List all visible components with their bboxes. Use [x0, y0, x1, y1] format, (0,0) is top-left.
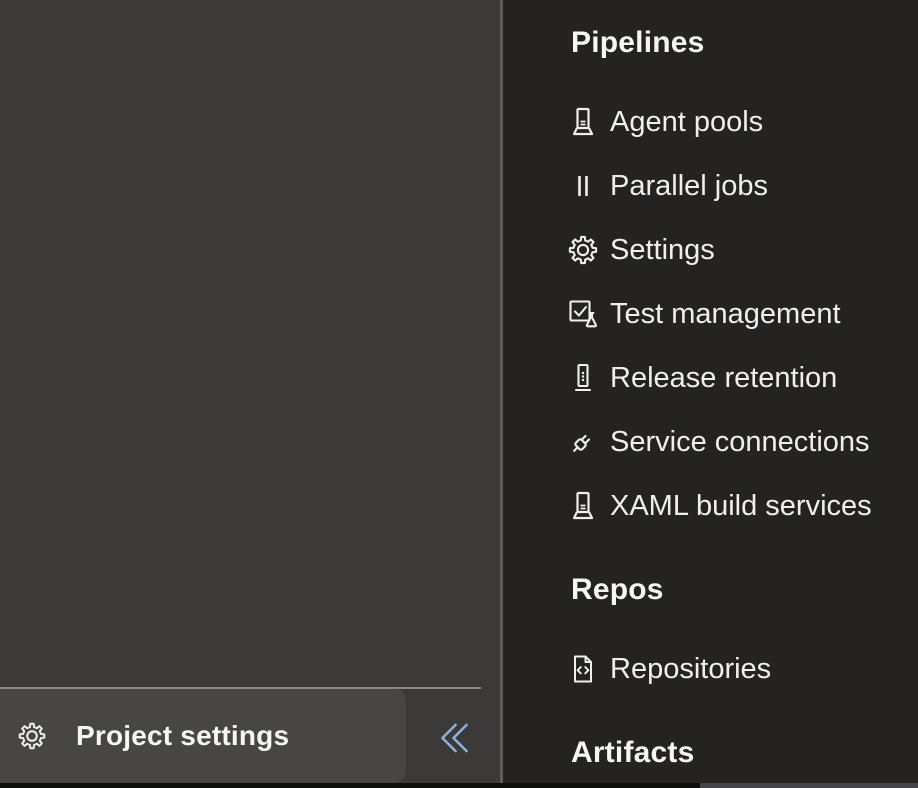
section-heading-pipelines: Pipelines: [571, 26, 918, 60]
gear-icon: [16, 720, 48, 752]
section-heading-artifacts: Artifacts: [571, 736, 918, 770]
code-file-icon: [566, 652, 600, 686]
project-settings-label: Project settings: [76, 720, 289, 752]
nav-item-parallel-jobs[interactable]: Parallel jobs: [503, 154, 918, 218]
nav-item-settings[interactable]: Settings: [503, 218, 918, 282]
build-machine-icon: [566, 105, 600, 139]
nav-item-label: Agent pools: [610, 105, 763, 139]
nav-item-service-connections[interactable]: Service connections: [503, 410, 918, 474]
server-tower-icon: [566, 361, 600, 395]
nav-item-agent-pools[interactable]: Agent pools: [503, 90, 918, 154]
nav-item-label: Parallel jobs: [610, 169, 768, 203]
collapse-panel-button[interactable]: [427, 711, 481, 765]
double-chevron-left-icon: [433, 717, 475, 759]
nav-item-label: Service connections: [610, 425, 870, 459]
nav-item-label: XAML build services: [610, 489, 872, 523]
build-machine-icon: [566, 489, 600, 523]
test-beaker-icon: [566, 297, 600, 331]
plug-icon: [566, 425, 600, 459]
section-items-repos: Repositories: [503, 637, 918, 701]
section-heading-repos: Repos: [571, 573, 918, 607]
project-settings-bar[interactable]: Project settings: [0, 689, 406, 783]
section-items-pipelines: Agent pools Parallel jobs Settings Test man…: [503, 90, 918, 538]
nav-item-label: Release retention: [610, 361, 837, 395]
bottom-strip-gray: [700, 783, 918, 788]
settings-nav: Pipelines Agent pools Parallel jobs Setting…: [503, 26, 918, 770]
bottom-strip: [0, 783, 918, 788]
settings-nav-panel: Pipelines Agent pools Parallel jobs Setting…: [500, 0, 918, 788]
nav-item-label: Test management: [610, 297, 841, 331]
parallel-bars-icon: [566, 169, 600, 203]
nav-item-xaml-build-services[interactable]: XAML build services: [503, 474, 918, 538]
gear-icon: [566, 233, 600, 267]
nav-item-repositories[interactable]: Repositories: [503, 637, 918, 701]
nav-item-label: Repositories: [610, 652, 771, 686]
nav-item-release-retention[interactable]: Release retention: [503, 346, 918, 410]
nav-item-label: Settings: [610, 233, 715, 267]
nav-item-test-management[interactable]: Test management: [503, 282, 918, 346]
